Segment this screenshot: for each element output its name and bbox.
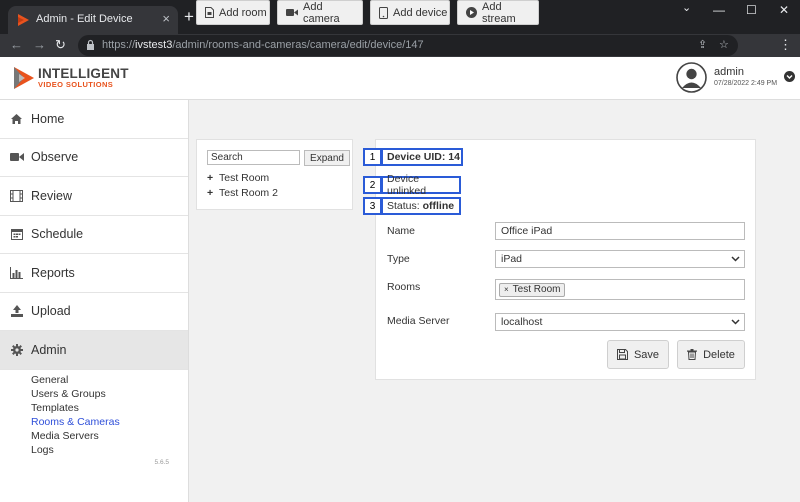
browser-menu-icon[interactable]: ⋮: [779, 36, 792, 54]
tab-title: Admin - Edit Device: [36, 13, 133, 25]
sidebar-item-reports[interactable]: Reports: [0, 254, 188, 293]
room-tree-panel: Expand +Test Room +Test Room 2: [196, 139, 353, 210]
media-server-select[interactable]: localhost: [495, 313, 745, 331]
add-stream-button[interactable]: Add stream: [457, 0, 539, 25]
subnav-templates[interactable]: Templates: [0, 401, 188, 415]
expand-button[interactable]: Expand: [304, 150, 350, 166]
add-camera-button[interactable]: Add camera: [277, 0, 363, 25]
play-circle-icon: [466, 7, 477, 18]
home-icon: [0, 113, 31, 125]
app-version: 5.6.5: [154, 459, 169, 466]
status-value: offline: [422, 200, 455, 212]
film-icon: [0, 189, 31, 202]
brand-name: INTELLIGENT: [38, 66, 129, 81]
bookmark-star-icon[interactable]: ☆: [719, 38, 729, 51]
sidebar-item-upload[interactable]: Upload: [0, 293, 188, 331]
lock-icon: [87, 39, 94, 50]
sidebar-item-label: Reports: [31, 265, 75, 280]
back-icon[interactable]: ←: [10, 36, 23, 54]
avatar[interactable]: [676, 62, 707, 93]
new-tab-icon[interactable]: +: [184, 7, 194, 27]
app-header: INTELLIGENT VIDEO SOLUTIONS admin 07/28/…: [0, 57, 800, 100]
sidebar-item-label: Review: [31, 188, 72, 203]
sidebar-item-label: Home: [31, 111, 65, 126]
sidebar: Home Observe Review Schedule Reports Upl…: [0, 100, 189, 502]
tree-room-item[interactable]: + Test Room 2: [207, 187, 278, 199]
marker-3: 3: [363, 197, 382, 215]
sidebar-item-schedule[interactable]: Schedule: [0, 216, 188, 254]
subnav-media-servers[interactable]: Media Servers: [0, 429, 188, 443]
rooms-multiselect[interactable]: × Test Room: [495, 279, 745, 300]
plus-icon: +: [207, 172, 214, 184]
sidebar-item-admin[interactable]: Admin: [0, 331, 188, 370]
url-text: https://ivstest3/admin/rooms-and-cameras…: [102, 39, 424, 51]
marker-2: 2: [363, 176, 382, 194]
save-button[interactable]: Save: [607, 340, 669, 369]
file-icon: [205, 7, 214, 18]
browser-toolbar: ← → ↻ https://ivstest3/admin/rooms-and-c…: [0, 34, 800, 57]
tree-room-item[interactable]: + Test Room: [207, 172, 269, 184]
favicon-icon: [18, 14, 29, 26]
search-input[interactable]: [207, 150, 300, 165]
add-device-button[interactable]: Add device: [370, 0, 450, 25]
window-close-icon[interactable]: ✕: [779, 3, 789, 17]
name-input[interactable]: Office iPad: [495, 222, 745, 240]
subnav-logs[interactable]: Logs: [0, 443, 188, 457]
sidebar-item-home[interactable]: Home: [0, 100, 188, 139]
calendar-icon: [0, 228, 31, 241]
type-label: Type: [387, 253, 410, 265]
user-name: admin: [714, 66, 744, 78]
subnav-rooms-cameras[interactable]: Rooms & Cameras: [0, 415, 188, 429]
remove-tag-icon[interactable]: ×: [504, 285, 509, 294]
add-room-button[interactable]: Add room: [196, 0, 270, 25]
tablet-icon: [379, 6, 388, 19]
sidebar-item-label: Schedule: [31, 227, 84, 242]
sidebar-item-review[interactable]: Review: [0, 177, 188, 216]
user-menu-chevron-icon[interactable]: [784, 71, 795, 82]
minimize-icon[interactable]: —: [713, 3, 725, 17]
media-server-label: Media Server: [387, 315, 450, 327]
sidebar-item-label: Upload: [31, 304, 71, 319]
room-tag: × Test Room: [499, 282, 566, 297]
rooms-label: Rooms: [387, 281, 421, 293]
tab-search-chevron-icon[interactable]: ⌄: [682, 1, 691, 14]
logo-icon: [14, 67, 34, 89]
video-icon: [286, 8, 298, 17]
type-select[interactable]: iPad: [495, 250, 745, 268]
subnav-users-groups[interactable]: Users & Groups: [0, 387, 188, 401]
admin-subnav: General Users & Groups Templates Rooms &…: [0, 370, 188, 457]
bar-chart-icon: [0, 266, 31, 279]
share-icon[interactable]: ⇪: [698, 38, 707, 51]
subnav-general[interactable]: General: [0, 373, 188, 387]
device-uid: Device UID: 14: [381, 148, 463, 166]
trash-icon: [687, 349, 698, 360]
upload-icon: [0, 305, 31, 318]
device-status: Status: offline: [381, 197, 461, 215]
browser-tab[interactable]: Admin - Edit Device ×: [8, 6, 178, 34]
gear-icon: [0, 343, 31, 356]
user-datetime: 07/28/2022 2:49 PM: [714, 80, 778, 87]
address-bar[interactable]: https://ivstest3/admin/rooms-and-cameras…: [78, 35, 738, 56]
chevron-down-icon: [731, 256, 740, 262]
device-link-status: Device unlinked: [381, 173, 461, 197]
delete-button[interactable]: Delete: [677, 340, 745, 369]
marker-1: 1: [363, 148, 382, 166]
video-icon: [0, 152, 31, 162]
plus-icon: +: [207, 187, 214, 199]
name-label: Name: [387, 225, 416, 237]
sidebar-item-observe[interactable]: Observe: [0, 139, 188, 177]
maximize-icon[interactable]: ☐: [746, 3, 757, 17]
reload-icon[interactable]: ↻: [55, 36, 66, 54]
save-icon: [616, 349, 628, 360]
forward-icon[interactable]: →: [33, 36, 46, 54]
tab-close-icon[interactable]: ×: [162, 11, 170, 26]
brand-tagline: VIDEO SOLUTIONS: [38, 80, 114, 89]
sidebar-item-label: Admin: [31, 342, 67, 357]
sidebar-item-label: Observe: [31, 150, 79, 165]
chevron-down-icon: [731, 319, 740, 325]
